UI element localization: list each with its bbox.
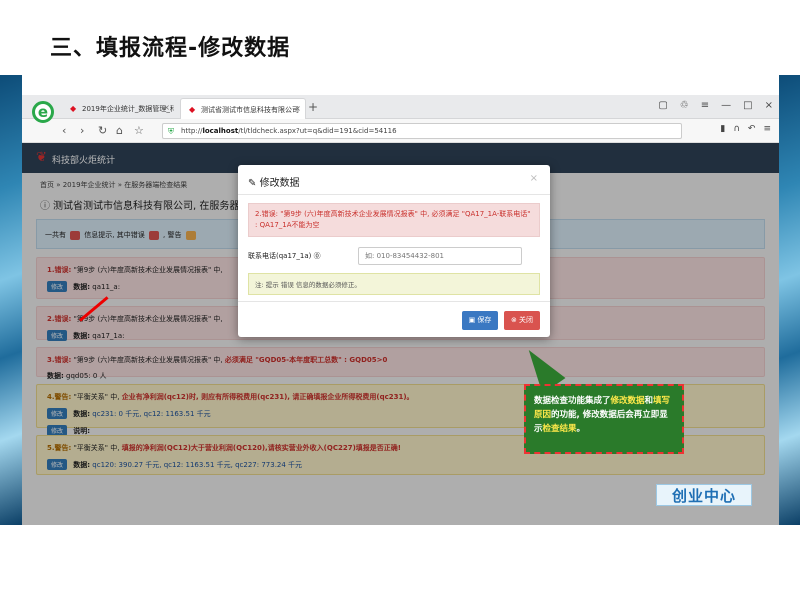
- trash-icon[interactable]: ♲: [680, 100, 689, 111]
- minimize-icon[interactable]: —: [721, 100, 731, 111]
- feature-callout: 数据检查功能集成了修改数据和填写原因的功能, 修改数据后会再立即显示检查结果。: [524, 384, 684, 454]
- browser-logo-icon: e: [32, 101, 54, 123]
- window-controls: ▢ ♲ ≡ — □ ×: [658, 100, 773, 111]
- edit-icon: ✎: [248, 178, 257, 189]
- close-button[interactable]: ⊗ 关闭: [504, 311, 540, 330]
- forward-icon[interactable]: ›: [80, 124, 84, 137]
- address-bar: ‹ › ↻ ⌂ ☆ ⛨ http://localhost/tl/tldcheck…: [22, 119, 779, 143]
- star-icon[interactable]: ☆: [134, 124, 144, 137]
- undo-icon[interactable]: ↶: [748, 124, 756, 134]
- tab-close-icon[interactable]: ×: [294, 104, 301, 113]
- phone-field-row: 联系电话(qa17_1a) ⓪: [248, 247, 540, 265]
- dialog-error-message: 2.错误: "第9步 (六)年度高新技术企业发展情况报表" 中, 必须满足 "Q…: [248, 203, 540, 237]
- slide-title: 三、填报流程-修改数据: [50, 36, 291, 61]
- refresh-icon[interactable]: ↻: [98, 124, 107, 137]
- close-icon[interactable]: ×: [765, 100, 773, 111]
- help-icon[interactable]: ⓪: [314, 252, 321, 260]
- ocean-decoration-right: [779, 75, 800, 525]
- headphones-icon[interactable]: ∩: [733, 124, 740, 134]
- close-circle-icon: ⊗: [510, 316, 517, 324]
- new-tab-button[interactable]: +: [308, 100, 318, 114]
- dialog-header: ✎ 修改数据 ×: [238, 165, 550, 195]
- save-icon: ▣: [468, 316, 476, 324]
- site-favicon-icon: ◆: [70, 104, 77, 113]
- dialog-close-icon[interactable]: ×: [530, 173, 538, 184]
- site-favicon-icon: ◆: [189, 105, 196, 114]
- tab-enterprise-stats[interactable]: ◆ 2019年企业统计_数据管理_科技 ×: [62, 98, 174, 119]
- save-button[interactable]: ▣ 保存: [462, 311, 498, 330]
- edit-data-dialog: ✎ 修改数据 × 2.错误: "第9步 (六)年度高新技术企业发展情况报表" 中…: [238, 165, 550, 337]
- dialog-note: 注: 提示 错误 信息的数据必须修正。: [248, 273, 540, 295]
- url-input[interactable]: ⛨ http://localhost/tl/tldcheck.aspx?ut=q…: [162, 123, 682, 139]
- menu-icon[interactable]: ≡: [701, 100, 709, 111]
- home-icon[interactable]: ⌂: [116, 124, 123, 137]
- dialog-footer: ▣ 保存 ⊗ 关闭: [238, 301, 550, 337]
- brand-badge: 创业中心: [656, 484, 752, 506]
- tab-count-icon[interactable]: ▢: [658, 100, 667, 111]
- menu-icon[interactable]: ≡: [763, 124, 771, 134]
- ocean-decoration-left: [0, 75, 22, 525]
- maximize-icon[interactable]: □: [743, 100, 752, 111]
- battery-icon[interactable]: ▮: [720, 124, 725, 134]
- toolbar-right: ▮ ∩ ↶ ≡: [720, 124, 771, 134]
- tab-close-icon[interactable]: ×: [163, 103, 170, 112]
- back-icon[interactable]: ‹: [62, 124, 66, 137]
- tab-bar: e ◆ 2019年企业统计_数据管理_科技 × ◆ 测试省测试市信息科技有限公司…: [22, 95, 779, 123]
- tab-company[interactable]: ◆ 测试省测试市信息科技有限公司 ×: [180, 98, 306, 119]
- phone-input[interactable]: [358, 247, 522, 265]
- shield-icon: ⛨: [168, 127, 174, 136]
